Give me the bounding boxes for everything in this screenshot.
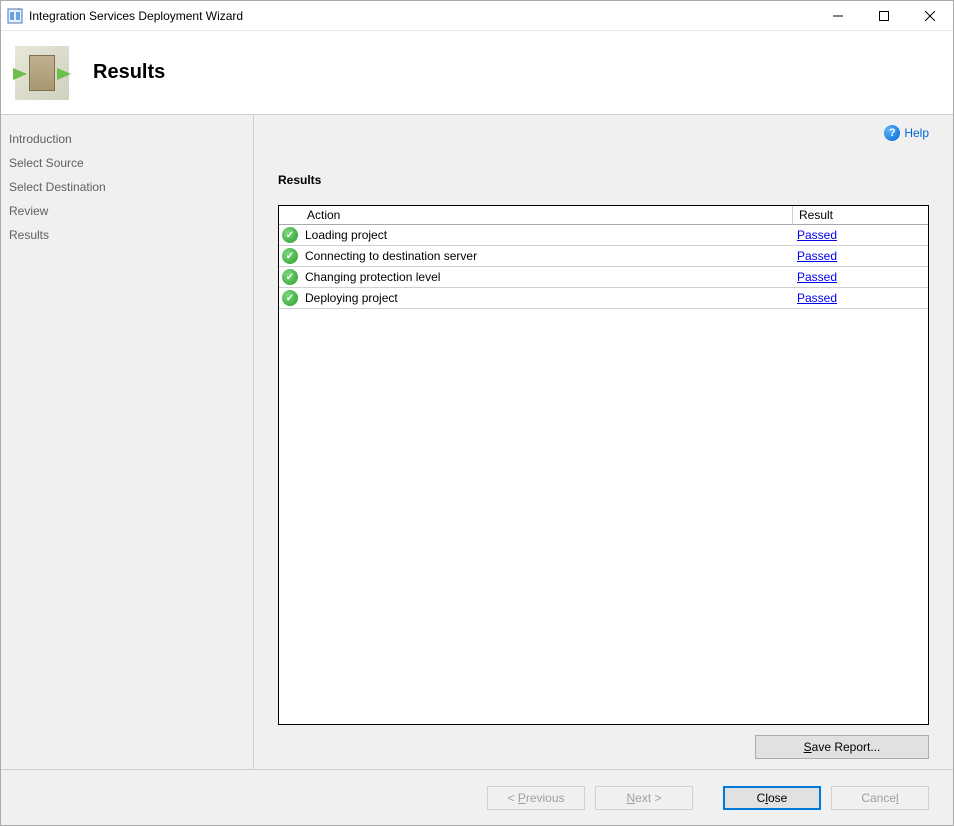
status-cell: ✓ <box>279 267 301 287</box>
titlebar: Integration Services Deployment Wizard <box>1 1 953 31</box>
wizard-footer: < Previous Next > Close Cancel <box>1 769 953 825</box>
content-pane: ? Help Results Action Result ✓ Loading p… <box>254 115 953 769</box>
help-link[interactable]: ? Help <box>884 125 929 141</box>
status-cell: ✓ <box>279 225 301 245</box>
result-cell: Passed <box>793 225 928 245</box>
sidebar-item-introduction[interactable]: Introduction <box>9 127 253 151</box>
action-cell: Loading project <box>301 225 793 245</box>
close-button[interactable]: Close <box>723 786 821 810</box>
success-icon: ✓ <box>282 227 298 243</box>
minimize-button[interactable] <box>815 1 861 31</box>
action-cell: Deploying project <box>301 288 793 308</box>
status-cell: ✓ <box>279 246 301 266</box>
results-table: Action Result ✓ Loading project Passed ✓… <box>278 205 929 725</box>
table-row: ✓ Loading project Passed <box>279 225 928 246</box>
sidebar-item-select-destination[interactable]: Select Destination <box>9 175 253 199</box>
app-icon <box>7 8 23 24</box>
table-row: ✓ Deploying project Passed <box>279 288 928 309</box>
success-icon: ✓ <box>282 290 298 306</box>
wizard-steps-sidebar: Introduction Select Source Select Destin… <box>1 115 254 769</box>
success-icon: ✓ <box>282 248 298 264</box>
results-section-title: Results <box>278 173 929 187</box>
col-header-status[interactable] <box>279 206 301 224</box>
table-body: ✓ Loading project Passed ✓ Connecting to… <box>279 225 928 724</box>
help-label: Help <box>904 126 929 140</box>
close-window-button[interactable] <box>907 1 953 31</box>
page-title: Results <box>93 61 165 84</box>
col-header-result[interactable]: Result <box>793 206 928 224</box>
previous-button: < Previous <box>487 786 585 810</box>
save-report-button[interactable]: Save Report... <box>755 735 929 759</box>
result-cell: Passed <box>793 288 928 308</box>
action-cell: Changing protection level <box>301 267 793 287</box>
table-row: ✓ Changing protection level Passed <box>279 267 928 288</box>
maximize-button[interactable] <box>861 1 907 31</box>
cancel-button: Cancel <box>831 786 929 810</box>
main-body: Introduction Select Source Select Destin… <box>1 115 953 769</box>
sidebar-item-review[interactable]: Review <box>9 199 253 223</box>
save-report-row: Save Report... <box>278 735 929 759</box>
sidebar-item-select-source[interactable]: Select Source <box>9 151 253 175</box>
status-cell: ✓ <box>279 288 301 308</box>
table-header: Action Result <box>279 206 928 225</box>
window-title: Integration Services Deployment Wizard <box>29 9 243 23</box>
result-cell: Passed <box>793 246 928 266</box>
col-header-action[interactable]: Action <box>301 206 793 224</box>
result-link[interactable]: Passed <box>797 270 837 284</box>
success-icon: ✓ <box>282 269 298 285</box>
result-link[interactable]: Passed <box>797 291 837 305</box>
result-cell: Passed <box>793 267 928 287</box>
help-icon: ? <box>884 125 900 141</box>
wizard-header-icon <box>15 46 69 100</box>
wizard-header: Results <box>1 31 953 115</box>
sidebar-item-results[interactable]: Results <box>9 223 253 247</box>
result-link[interactable]: Passed <box>797 228 837 242</box>
result-link[interactable]: Passed <box>797 249 837 263</box>
next-button: Next > <box>595 786 693 810</box>
action-cell: Connecting to destination server <box>301 246 793 266</box>
table-row: ✓ Connecting to destination server Passe… <box>279 246 928 267</box>
